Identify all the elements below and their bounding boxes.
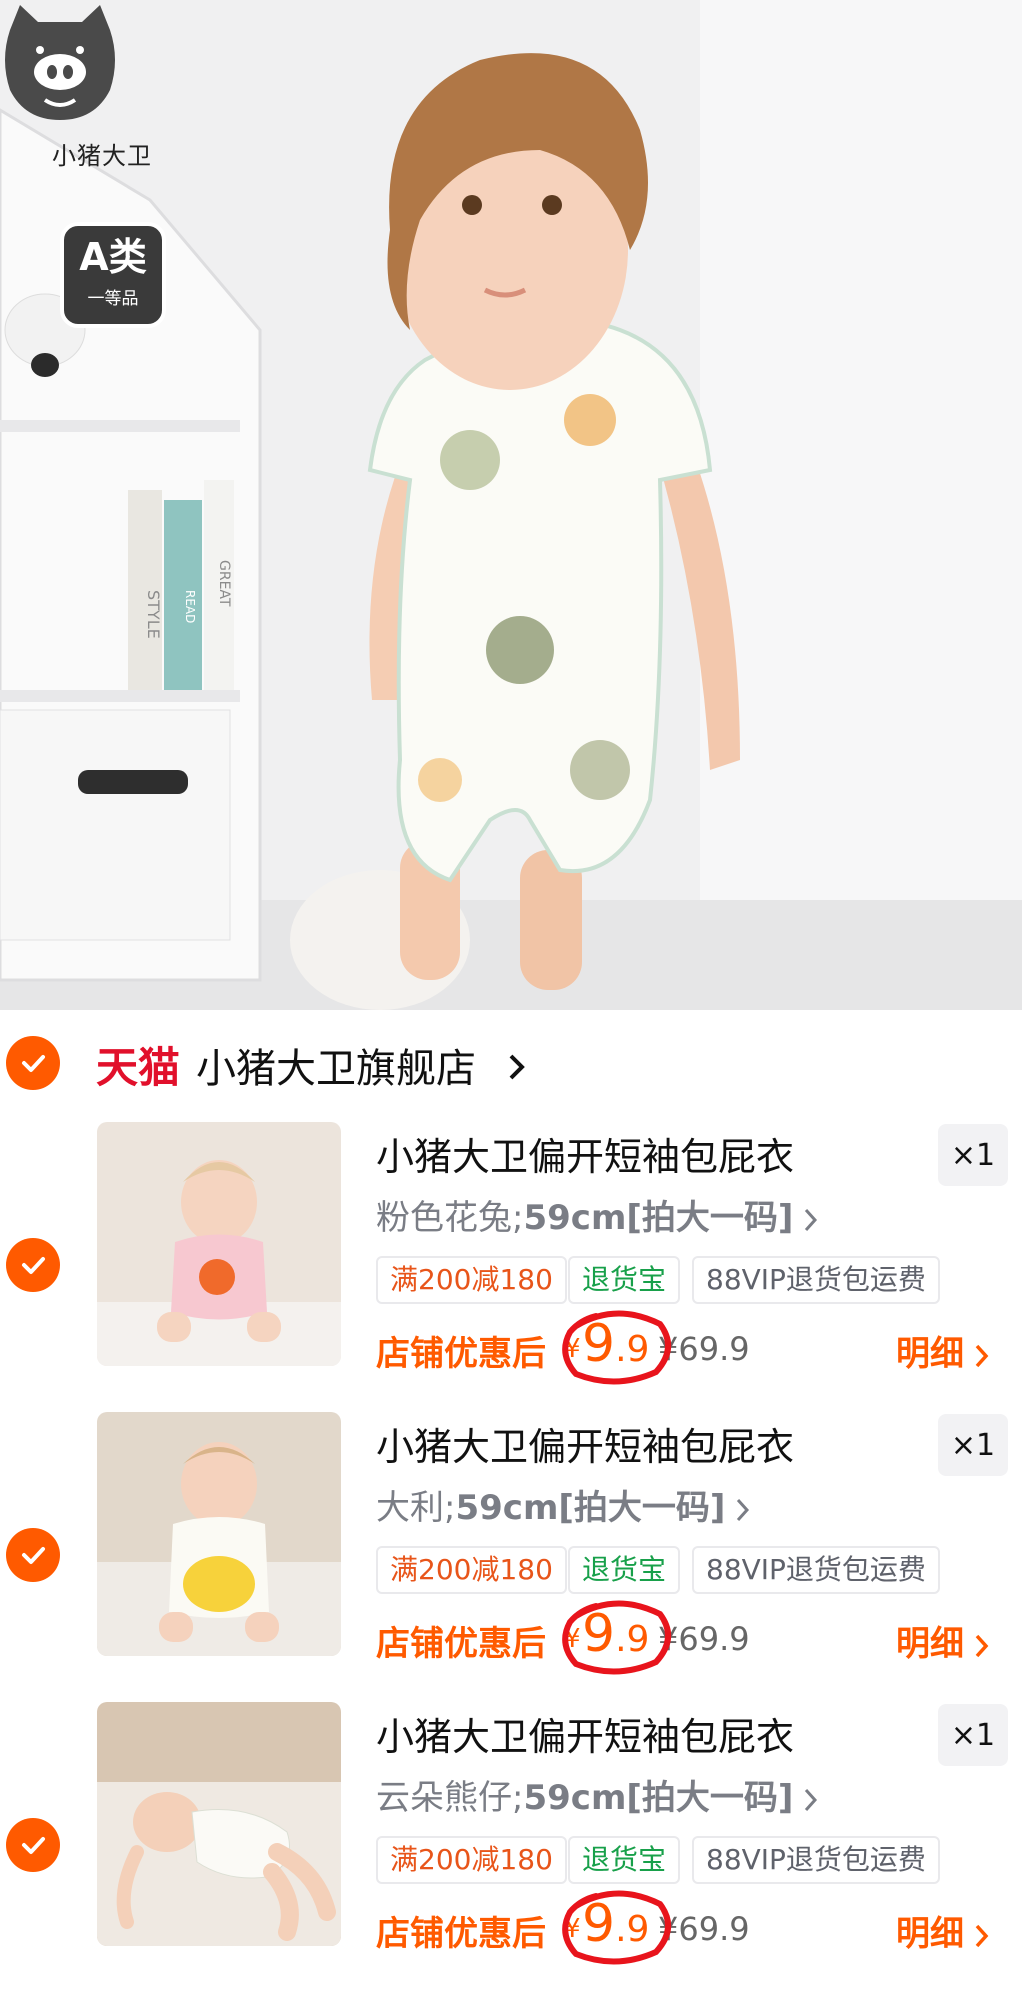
hand-drawn-circle-annotation [562, 1600, 671, 1675]
book-spine-text-2: READ [183, 590, 197, 623]
cart-item: 小猪大卫偏开短袖包屁衣 ×1 云朵熊仔;59cm[拍大一码] 满200减180 … [0, 1700, 1022, 1990]
chevron-right-icon [975, 1924, 989, 1947]
check-icon [22, 1547, 45, 1564]
product-title[interactable]: 小猪大卫偏开短袖包屁衣 [376, 1706, 794, 1761]
price-detail-link[interactable]: 明细 [896, 1616, 990, 1665]
variant-color: 粉色花兔; [376, 1198, 524, 1238]
book-spine-text-3: GREAT [216, 560, 232, 607]
variant-color: 云朵熊仔; [376, 1778, 524, 1818]
product-thumbnail-image [97, 1122, 341, 1366]
product-thumbnail-image [97, 1412, 341, 1656]
product-title[interactable]: 小猪大卫偏开短袖包屁衣 [376, 1126, 794, 1181]
vip-free-return-tag: 88VIP退货包运费 [692, 1546, 940, 1594]
product-hero-image: STYLE READ GREAT 小猪大卫 A类 一等品 [0, 0, 1022, 1010]
discount-tag: 满200减180 [376, 1256, 567, 1304]
chevron-right-icon [805, 1788, 818, 1811]
variant-selector[interactable]: 粉色花兔;59cm[拍大一码] [376, 1190, 819, 1239]
variant-size: 59cm [455, 1488, 559, 1528]
vip-free-return-tag: 88VIP退货包运费 [692, 1836, 940, 1884]
chevron-right-icon [737, 1498, 750, 1521]
price-row: 店铺优惠后 ¥ 9.9 ¥69.9 明细 [376, 1310, 1016, 1390]
product-thumbnail[interactable] [97, 1412, 341, 1656]
class-a-certification-badge: A类 一等品 [60, 222, 166, 328]
price-label: 店铺优惠后 [376, 1914, 546, 1954]
price-detail-link[interactable]: 明细 [896, 1906, 990, 1955]
return-insurance-tag: 退货宝 [568, 1256, 681, 1304]
discount-tag: 满200减180 [376, 1546, 567, 1594]
variant-size: 59cm [523, 1778, 627, 1818]
brand-pig-logo [5, 5, 115, 120]
hand-drawn-circle-annotation [562, 1890, 671, 1965]
variant-selector[interactable]: 云朵熊仔;59cm[拍大一码] [376, 1770, 819, 1819]
shop-header-row[interactable]: 天猫 小猪大卫旗舰店 [0, 1022, 1022, 1104]
cert-badge-title: A类 [79, 235, 147, 279]
book-spine-text-1: STYLE [144, 590, 163, 639]
variant-size: 59cm [523, 1198, 627, 1238]
item-select-checkbox[interactable] [6, 1238, 60, 1292]
price-label: 店铺优惠后 [376, 1334, 546, 1374]
variant-selector[interactable]: 大利;59cm[拍大一码] [376, 1480, 751, 1529]
product-thumbnail[interactable] [97, 1122, 341, 1366]
check-icon [22, 1257, 45, 1274]
chevron-right-icon [975, 1344, 989, 1367]
vip-free-return-tag: 88VIP退货包运费 [692, 1256, 940, 1304]
cart-item: 小猪大卫偏开短袖包屁衣 ×1 粉色花兔;59cm[拍大一码] 满200减180 … [0, 1120, 1022, 1410]
price-row: 店铺优惠后 ¥ 9.9 ¥69.9 明细 [376, 1890, 1016, 1970]
brand-logo-text: 小猪大卫 [52, 142, 152, 170]
variant-color: 大利; [376, 1488, 456, 1528]
quantity-button[interactable]: ×1 [938, 1124, 1008, 1186]
check-icon [22, 1055, 45, 1072]
variant-note: [拍大一码] [626, 1198, 794, 1238]
item-select-checkbox[interactable] [6, 1528, 60, 1582]
product-thumbnail[interactable] [97, 1702, 341, 1946]
hero-photo-illustration: STYLE READ GREAT [0, 0, 1022, 1010]
detail-label: 明细 [896, 1914, 964, 1954]
chevron-right-icon[interactable] [506, 1052, 528, 1082]
return-insurance-tag: 退货宝 [568, 1546, 681, 1594]
variant-note: [拍大一码] [626, 1778, 794, 1818]
shop-select-checkbox[interactable] [6, 1036, 60, 1090]
check-icon [22, 1837, 45, 1854]
product-thumbnail-image [97, 1702, 341, 1946]
quantity-button[interactable]: ×1 [938, 1414, 1008, 1476]
tmall-platform-label: 天猫 [96, 1043, 181, 1092]
price-row: 店铺优惠后 ¥ 9.9 ¥69.9 明细 [376, 1600, 1016, 1680]
discount-tag: 满200减180 [376, 1836, 567, 1884]
product-title[interactable]: 小猪大卫偏开短袖包屁衣 [376, 1416, 794, 1471]
chevron-right-icon [805, 1208, 818, 1231]
price-detail-link[interactable]: 明细 [896, 1326, 990, 1375]
shop-name-link[interactable]: 小猪大卫旗舰店 [196, 1036, 476, 1094]
cert-badge-subtitle: 一等品 [87, 289, 139, 309]
quantity-button[interactable]: ×1 [938, 1704, 1008, 1766]
chevron-right-icon [975, 1634, 989, 1657]
hand-drawn-circle-annotation [562, 1310, 671, 1385]
cart-item: 小猪大卫偏开短袖包屁衣 ×1 大利;59cm[拍大一码] 满200减180 退货… [0, 1410, 1022, 1700]
return-insurance-tag: 退货宝 [568, 1836, 681, 1884]
detail-label: 明细 [896, 1334, 964, 1374]
variant-note: [拍大一码] [558, 1488, 726, 1528]
price-label: 店铺优惠后 [376, 1624, 546, 1664]
detail-label: 明细 [896, 1624, 964, 1664]
item-select-checkbox[interactable] [6, 1818, 60, 1872]
